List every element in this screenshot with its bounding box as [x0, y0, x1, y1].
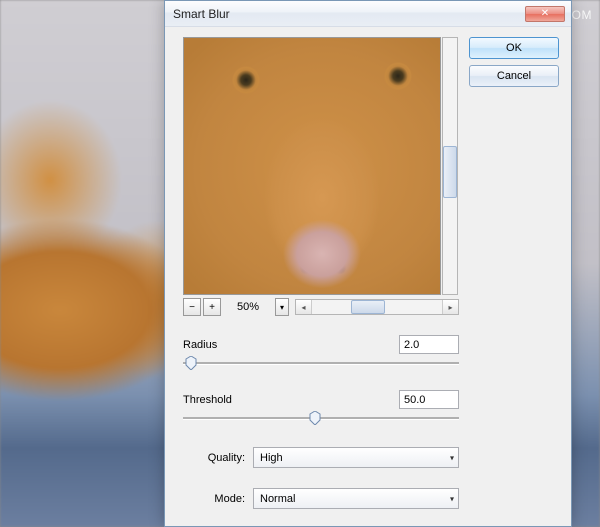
- threshold-slider[interactable]: [183, 411, 459, 427]
- mode-row: Mode: Normal ▾: [183, 488, 459, 509]
- chevron-down-icon: ▾: [450, 453, 454, 462]
- zoom-in-button[interactable]: +: [203, 298, 221, 316]
- chevron-down-icon: ▾: [450, 494, 454, 503]
- mode-value: Normal: [260, 493, 295, 505]
- preview-horizontal-scrollbar[interactable]: ◂ ▸: [295, 299, 459, 315]
- side-column: OK Cancel: [459, 37, 559, 512]
- threshold-label: Threshold: [183, 394, 232, 406]
- dialog-title: Smart Blur: [173, 7, 523, 21]
- dialog-titlebar[interactable]: Smart Blur ✕: [165, 1, 571, 27]
- hscroll-right-button[interactable]: ▸: [442, 300, 458, 314]
- preview-area[interactable]: [183, 37, 441, 295]
- ok-button[interactable]: OK: [469, 37, 559, 59]
- plus-icon: +: [209, 302, 215, 313]
- radius-group: Radius: [183, 335, 459, 372]
- main-column: − + 50% ▾ ◂ ▸ Radius: [183, 37, 459, 512]
- threshold-group: Threshold: [183, 390, 459, 427]
- cancel-button[interactable]: Cancel: [469, 65, 559, 87]
- zoom-row: − + 50% ▾ ◂ ▸: [183, 297, 459, 317]
- window-close-button[interactable]: ✕: [525, 6, 565, 22]
- threshold-slider-thumb[interactable]: [309, 411, 321, 425]
- dialog-content: − + 50% ▾ ◂ ▸ Radius: [165, 27, 571, 526]
- radius-slider[interactable]: [183, 356, 459, 372]
- zoom-menu-button[interactable]: ▾: [275, 298, 289, 316]
- preview-vscroll-thumb[interactable]: [443, 146, 457, 198]
- preview-image: [184, 38, 440, 294]
- zoom-value: 50%: [223, 301, 273, 313]
- hscroll-left-button[interactable]: ◂: [296, 300, 312, 314]
- quality-dropdown[interactable]: High ▾: [253, 447, 459, 468]
- quality-row: Quality: High ▾: [183, 447, 459, 468]
- quality-value: High: [260, 452, 283, 464]
- radius-input[interactable]: [399, 335, 459, 354]
- mode-dropdown[interactable]: Normal ▾: [253, 488, 459, 509]
- smart-blur-dialog: Smart Blur ✕ − + 50%: [164, 0, 572, 527]
- ok-label: OK: [506, 42, 522, 54]
- preview-hscroll-thumb[interactable]: [351, 300, 385, 314]
- zoom-out-button[interactable]: −: [183, 298, 201, 316]
- radius-slider-thumb[interactable]: [185, 356, 197, 370]
- mode-label: Mode:: [183, 493, 253, 505]
- radius-label: Radius: [183, 339, 217, 351]
- preview-vertical-scrollbar[interactable]: [442, 37, 458, 295]
- threshold-input[interactable]: [399, 390, 459, 409]
- cancel-label: Cancel: [497, 70, 531, 82]
- quality-label: Quality:: [183, 452, 253, 464]
- close-icon: ✕: [541, 9, 549, 19]
- minus-icon: −: [189, 302, 195, 313]
- chevron-down-icon: ▾: [280, 303, 284, 312]
